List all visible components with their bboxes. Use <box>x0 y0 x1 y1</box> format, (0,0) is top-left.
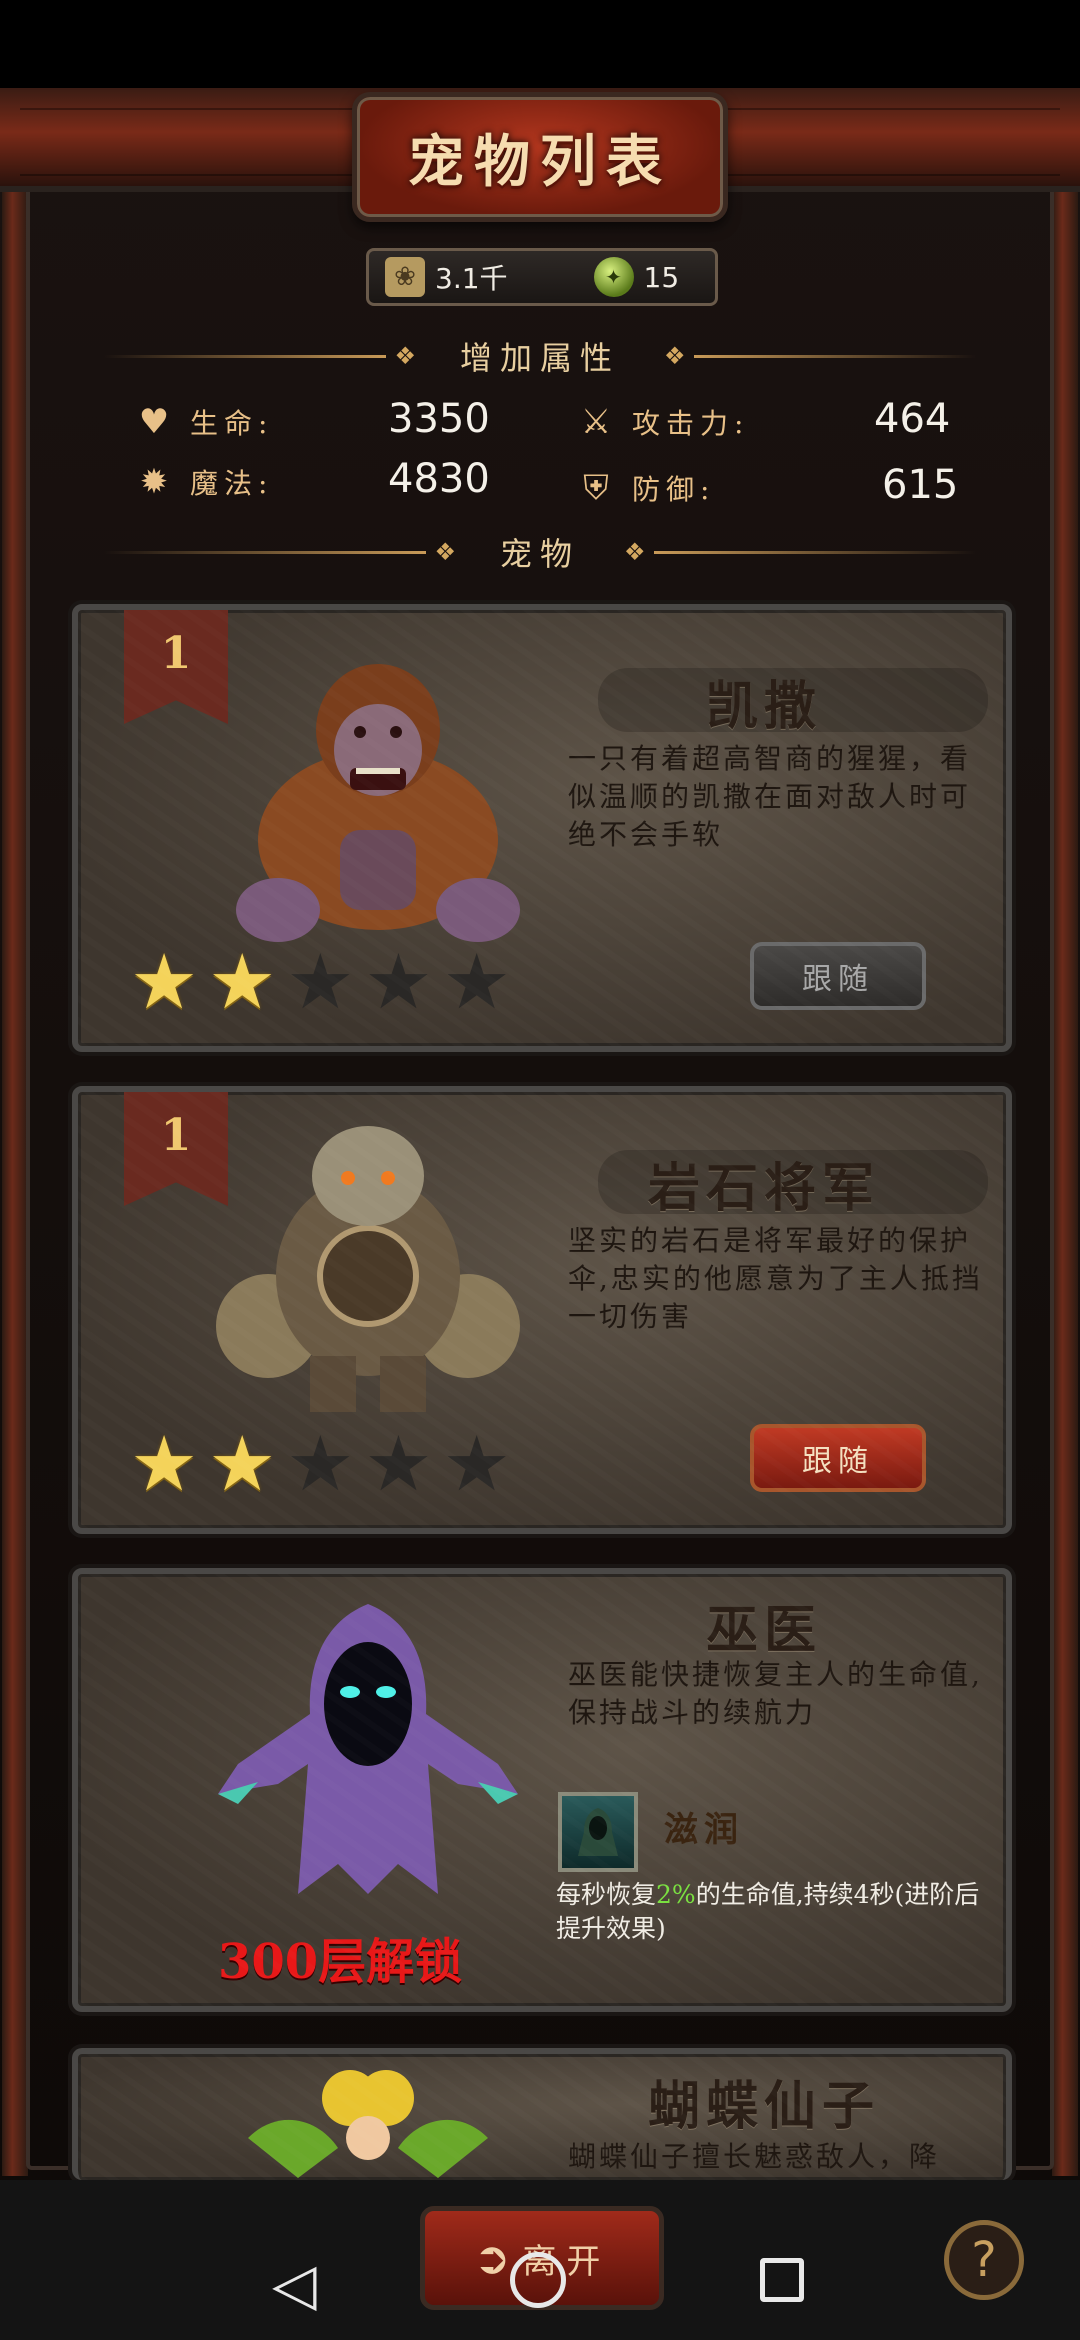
star-filled-icon: ★ <box>130 937 199 1026</box>
pet-description: 蝴蝶仙子擅长魅惑敌人，降 <box>568 2140 941 2173</box>
stat-def: ⛨ 防御: <box>574 462 715 514</box>
pet-card-witch-doctor[interactable]: 300层解锁 巫医 巫医能快捷恢复主人的生命值,保持战斗的续航力 滋润 每秒恢复… <box>72 1568 1012 2012</box>
star-filled-icon: ★ <box>208 937 277 1026</box>
star-rating: ★ ★ ★ ★ ★ <box>130 944 511 1020</box>
page-title: 宠物列表 <box>408 128 672 195</box>
pet-rank: 1 <box>160 1110 192 1161</box>
star-filled-icon: ★ <box>130 1419 199 1508</box>
pet-name: 蝴蝶仙子 <box>647 2076 880 2137</box>
star-rating: ★ ★ ★ ★ ★ <box>130 1426 511 1502</box>
pet-card-caesar[interactable]: 1 凯撒 一只有着超高智商的猩猩，看似温顺的凯撒在面对敌人时可绝不会手软 ★ ★… <box>72 604 1012 1052</box>
divider-line <box>104 550 427 554</box>
exit-door-icon: ➲ <box>473 2232 511 2284</box>
unlock-requirement: 300层解锁 <box>218 1934 463 1990</box>
star-empty-icon: ★ <box>286 1419 355 1508</box>
pet-description: 一只有着超高智商的猩猩，看似温顺的凯撒在面对敌人时可绝不会手软 <box>568 742 972 851</box>
pets-section-header: ❖ 宠物 ❖ <box>104 532 977 573</box>
star-filled-icon: ★ <box>208 1419 277 1508</box>
stat-atk-label: 攻击力: <box>632 407 750 440</box>
frame-right-edge <box>1052 96 1078 2176</box>
ornament-icon: ❖ <box>394 342 416 370</box>
pets-section-title: 宠物 <box>500 535 581 573</box>
pet-rank: 1 <box>160 628 192 679</box>
pet-card-butterfly-fairy[interactable]: 蝴蝶仙子 蝴蝶仙子擅长魅惑敌人，降 <box>72 2048 1012 2180</box>
nav-back-icon[interactable]: ◁ <box>272 2250 317 2318</box>
nav-home-icon[interactable] <box>510 2252 566 2308</box>
pet-name: 岩石将军 <box>647 1158 880 1219</box>
ornament-icon: ❖ <box>434 538 456 566</box>
pet-description: 巫医能快捷恢复主人的生命值,保持战斗的续航力 <box>568 1658 983 1729</box>
skill-desc-highlight: 2% <box>656 1880 696 1909</box>
heart-icon: ♥ <box>138 402 170 442</box>
stat-atk-value: 464 <box>874 396 951 442</box>
stat-hp-value: 3350 <box>388 396 490 442</box>
butterfly-fairy-portrait <box>248 2070 488 2178</box>
skill-name: 滋润 <box>664 1810 744 1850</box>
attr-section-header: ❖ 增加属性 ❖ <box>104 336 977 377</box>
pet-card-rock-general[interactable]: 1 岩石将军 坚实的岩石是将军最好的保护伞,忠实的他愿意为了主人抵挡一切伤害 ★… <box>72 1086 1012 1534</box>
skill-icon <box>558 1792 638 1872</box>
pet-description: 坚实的岩石是将军最好的保护伞,忠实的他愿意为了主人抵挡一切伤害 <box>568 1224 983 1333</box>
stat-def-value: 615 <box>882 462 959 508</box>
help-button[interactable]: ? <box>944 2220 1024 2300</box>
pet-name: 巫医 <box>705 1600 822 1661</box>
stat-mp-label: 魔法: <box>190 467 274 500</box>
stat-def-label: 防御: <box>632 473 716 506</box>
stat-hp: ♥ 生命: <box>132 396 273 448</box>
divider-line <box>104 354 387 358</box>
gorilla-portrait <box>236 664 520 942</box>
sword-icon: ⚔ <box>580 402 612 442</box>
nav-recents-icon[interactable] <box>760 2258 804 2302</box>
stat-atk: ⚔ 攻击力: <box>574 396 749 448</box>
ornament-icon: ❖ <box>664 342 686 370</box>
paw-scroll-icon: ❀ <box>385 257 425 297</box>
follow-button[interactable]: 跟随 <box>750 1424 926 1492</box>
witch-doctor-portrait <box>218 1604 518 1894</box>
attr-section-title: 增加属性 <box>460 339 621 377</box>
status-bar <box>0 0 1080 88</box>
swirl-icon: ✹ <box>139 462 169 502</box>
rank-flag: 1 <box>124 610 228 724</box>
skill-description: 每秒恢复2%的生命值,持续4秒(进阶后提升效果) <box>556 1878 996 1946</box>
follow-button[interactable]: 跟随 <box>750 942 926 1010</box>
paw-resource-value: 3.1千 <box>435 262 508 295</box>
ornament-icon: ❖ <box>624 538 646 566</box>
rock-golem-portrait <box>216 1126 520 1412</box>
hooded-figure-icon <box>578 1808 618 1856</box>
divider-line <box>653 550 977 554</box>
stat-hp-label: 生命: <box>190 407 274 440</box>
divider-line <box>693 354 977 358</box>
star-empty-icon: ★ <box>286 937 355 1026</box>
skill-desc-text: 每秒恢复 <box>556 1880 657 1909</box>
orb-resource-value: 15 <box>643 260 680 294</box>
resource-bar: ❀ 3.1千 ✦ 15 <box>366 248 718 306</box>
star-empty-icon: ★ <box>364 937 433 1026</box>
pet-name: 凯撒 <box>705 676 822 737</box>
star-empty-icon: ★ <box>364 1419 433 1508</box>
green-orb-icon: ✦ <box>593 257 634 297</box>
stat-mp: ✹ 魔法: <box>132 456 273 508</box>
stat-mp-value: 4830 <box>388 456 490 502</box>
frame-left-edge <box>2 96 28 2176</box>
star-empty-icon: ★ <box>442 937 511 1026</box>
title-plate: 宠物列表 <box>352 92 728 222</box>
star-empty-icon: ★ <box>442 1419 511 1508</box>
shield-icon: ⛨ <box>583 468 609 508</box>
